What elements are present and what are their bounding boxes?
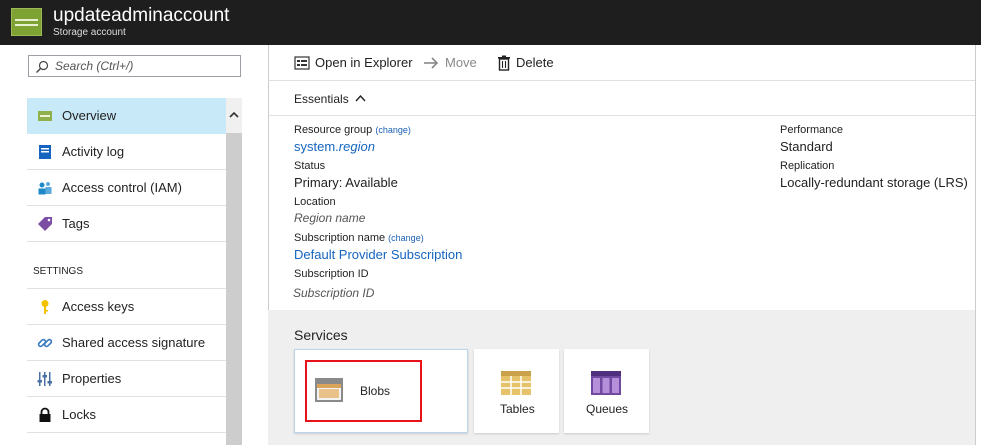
queues-tile[interactable]: Queues xyxy=(564,349,649,433)
tables-label: Tables xyxy=(500,402,535,416)
open-in-explorer-button[interactable]: Open in Explorer xyxy=(294,55,413,73)
sidebar-item-label: Access control (IAM) xyxy=(62,180,182,195)
chevron-up-icon xyxy=(229,111,239,118)
subscription-name-value[interactable]: Default Provider Subscription xyxy=(294,247,462,262)
sidebar-item-access-control[interactable]: Access control (IAM) xyxy=(27,170,226,206)
key-icon xyxy=(41,300,49,314)
replication-value: Locally-redundant storage (LRS) xyxy=(780,175,968,190)
overview-icon xyxy=(38,111,52,121)
subscription-id-label: Subscription ID xyxy=(294,268,369,280)
status-value: Primary: Available xyxy=(294,175,398,190)
subscription-id-value: Subscription ID xyxy=(293,286,375,300)
arrow-right-icon xyxy=(424,57,439,69)
essentials-toggle[interactable]: Essentials xyxy=(268,81,975,116)
services-section: Services Blobs Tables Queues xyxy=(268,310,975,445)
iam-icon xyxy=(38,182,52,195)
sidebar: Overview Activity log Access control (IA… xyxy=(0,45,262,445)
sidebar-item-label: Properties xyxy=(62,371,122,386)
page-title: updateadminaccount xyxy=(53,5,230,26)
link-icon xyxy=(37,338,53,348)
search-box[interactable] xyxy=(28,55,241,77)
performance-value: Standard xyxy=(780,139,833,154)
sidebar-item-label: Tags xyxy=(62,216,90,231)
resource-group-label: Resource group (change) xyxy=(294,124,411,136)
title-bar: updateadminaccount Storage account xyxy=(0,0,981,45)
sidebar-item-activity-log[interactable]: Activity log xyxy=(27,134,226,170)
sidebar-item-label: Access keys xyxy=(62,299,135,314)
performance-label: Performance xyxy=(780,124,843,136)
search-icon xyxy=(36,60,49,73)
main-panel: Open in Explorer Move Delete Essentials … xyxy=(268,45,975,445)
sidebar-item-properties[interactable]: Properties xyxy=(27,361,226,397)
status-label: Status xyxy=(294,160,326,172)
sidebar-menu: Overview Activity log Access control (IA… xyxy=(27,98,226,433)
tables-tile[interactable]: Tables xyxy=(474,349,559,433)
sidebar-scrollbar[interactable] xyxy=(226,98,242,445)
page-subtitle: Storage account xyxy=(53,27,126,38)
sidebar-item-label: Shared access signature xyxy=(62,335,206,350)
delete-button[interactable]: Delete xyxy=(497,55,557,73)
move-button[interactable]: Move xyxy=(423,55,483,73)
activity-log-icon xyxy=(39,145,51,159)
queues-label: Queues xyxy=(586,402,629,416)
tables-icon xyxy=(501,371,531,395)
subscription-name-label: Subscription name (change) xyxy=(294,232,424,244)
sidebar-item-locks[interactable]: Locks xyxy=(27,397,226,433)
sidebar-item-access-keys[interactable]: Access keys xyxy=(27,289,226,325)
sidebar-item-tags[interactable]: Tags xyxy=(27,206,226,242)
search-input[interactable] xyxy=(55,58,235,74)
highlight-box xyxy=(305,360,422,422)
toolbar: Open in Explorer Move Delete xyxy=(268,45,975,81)
chevron-up-icon xyxy=(355,94,366,102)
sidebar-item-shared-access-signature[interactable]: Shared access signature xyxy=(27,325,226,361)
location-label: Location xyxy=(294,196,336,208)
change-subscription-link[interactable]: (change) xyxy=(388,233,424,243)
sidebar-item-label: Overview xyxy=(62,108,117,123)
explorer-icon xyxy=(294,56,310,70)
sidebar-item-label: Activity log xyxy=(62,144,125,159)
change-resource-group-link[interactable]: (change) xyxy=(375,125,411,135)
services-title: Services xyxy=(294,327,348,343)
settings-section-header: SETTINGS xyxy=(27,242,226,289)
resource-group-value[interactable]: system.region xyxy=(294,139,375,154)
tag-icon xyxy=(38,217,52,231)
divider xyxy=(975,45,976,445)
sidebar-item-overview[interactable]: Overview xyxy=(27,98,226,134)
properties-icon xyxy=(37,372,52,386)
queues-icon xyxy=(591,371,621,395)
trash-icon xyxy=(498,55,510,71)
storage-account-icon xyxy=(11,8,42,36)
location-value: Region name xyxy=(294,211,366,225)
lock-icon xyxy=(39,407,51,422)
sidebar-item-label: Locks xyxy=(62,407,96,422)
replication-label: Replication xyxy=(780,160,835,172)
